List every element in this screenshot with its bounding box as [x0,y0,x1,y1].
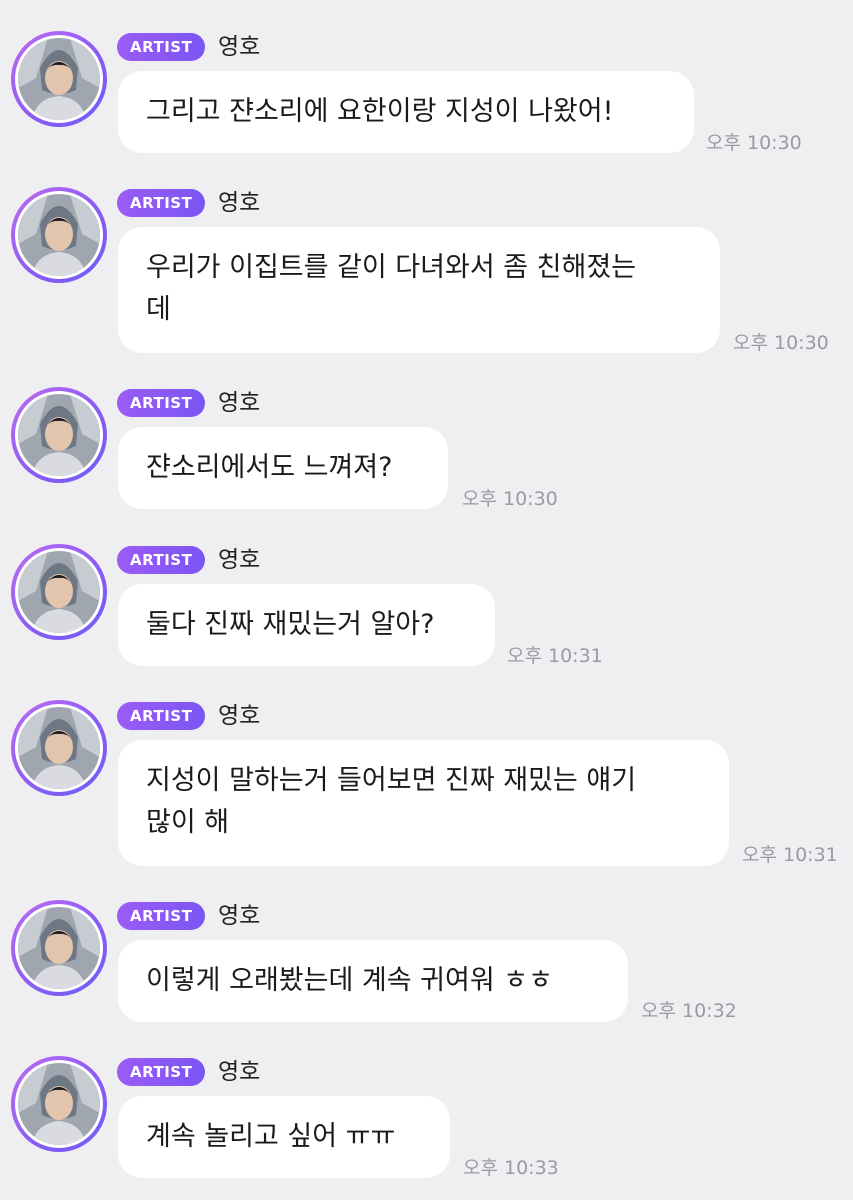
message-time: 오후 10:31 [742,844,838,866]
message-text: 그리고 쟌소리에 요한이랑 지성이 나왔어! [146,96,614,127]
message-item: ARTIST 영호 지성이 말하는거 들어보면 진짜 재밌는 얘기 많이 해 오… [0,700,853,870]
artist-badge: ARTIST [117,1058,206,1086]
message-bubble[interactable]: 쟌소리에서도 느껴져? [118,427,448,509]
artist-badge: ARTIST [117,33,206,61]
chat-feed[interactable]: ARTIST 영호 그리고 쟌소리에 요한이랑 지성이 나왔어! 오후 10:3… [0,0,853,1200]
message-item: ARTIST 영호 우리가 이집트를 같이 다녀와서 좀 친해졌는 데 오후 1… [0,187,853,357]
message-bubble[interactable]: 지성이 말하는거 들어보면 진짜 재밌는 얘기 많이 해 [118,740,729,866]
avatar[interactable] [11,187,107,283]
avatar[interactable] [11,1056,107,1152]
artist-badge: ARTIST [117,702,206,730]
sender-name: 영호 [218,390,261,416]
message-time: 오후 10:30 [733,332,829,354]
message-bubble[interactable]: 둘다 진짜 재밌는거 알아? [118,584,495,666]
message-text: 우리가 이집트를 같이 다녀와서 좀 친해졌는 [146,252,637,283]
message-item: ARTIST 영호 이렇게 오래봤는데 계속 귀여워 ㅎㅎ 오후 10:32 [0,900,853,1030]
artist-badge: ARTIST [117,189,206,217]
sender-name: 영호 [218,547,261,573]
profile-photo-icon [18,38,100,120]
message-text: 지성이 말하는거 들어보면 진짜 재밌는 얘기 [146,765,637,796]
message-item: ARTIST 영호 쟌소리에서도 느껴져? 오후 10:30 [0,387,853,517]
profile-photo-icon [18,551,100,633]
sender-name: 영호 [218,903,261,929]
avatar[interactable] [11,387,107,483]
message-text: 많이 해 [146,807,230,838]
profile-photo-icon [18,907,100,989]
profile-photo-icon [18,1063,100,1145]
artist-badge: ARTIST [117,546,206,574]
profile-photo-icon [18,194,100,276]
sender-name: 영호 [218,1059,261,1085]
avatar[interactable] [11,544,107,640]
message-time: 오후 10:32 [641,1000,737,1022]
message-bubble[interactable]: 그리고 쟌소리에 요한이랑 지성이 나왔어! [118,71,694,153]
message-time: 오후 10:30 [462,488,558,510]
avatar[interactable] [11,700,107,796]
message-bubble[interactable]: 계속 놀리고 싶어 ㅠㅠ [118,1096,450,1178]
message-time: 오후 10:33 [463,1157,559,1179]
message-text: 둘다 진짜 재밌는거 알아? [146,609,435,640]
sender-name: 영호 [218,34,261,60]
message-item: ARTIST 영호 둘다 진짜 재밌는거 알아? 오후 10:31 [0,544,853,674]
message-text: 계속 놀리고 싶어 ㅠㅠ [146,1121,396,1152]
sender-name: 영호 [218,703,261,729]
message-text: 쟌소리에서도 느껴져? [146,452,393,483]
message-bubble[interactable]: 이렇게 오래봤는데 계속 귀여워 ㅎㅎ [118,940,628,1022]
message-item: ARTIST 영호 계속 놀리고 싶어 ㅠㅠ 오후 10:33 [0,1056,853,1186]
avatar[interactable] [11,31,107,127]
artist-badge: ARTIST [117,902,206,930]
message-time: 오후 10:30 [706,132,802,154]
avatar[interactable] [11,900,107,996]
message-bubble[interactable]: 우리가 이집트를 같이 다녀와서 좀 친해졌는 데 [118,227,720,353]
message-time: 오후 10:31 [507,645,603,667]
profile-photo-icon [18,707,100,789]
profile-photo-icon [18,394,100,476]
artist-badge: ARTIST [117,389,206,417]
message-item: ARTIST 영호 그리고 쟌소리에 요한이랑 지성이 나왔어! 오후 10:3… [0,31,853,171]
message-text: 이렇게 오래봤는데 계속 귀여워 ㅎㅎ [146,965,553,996]
message-text: 데 [146,294,171,325]
sender-name: 영호 [218,190,261,216]
